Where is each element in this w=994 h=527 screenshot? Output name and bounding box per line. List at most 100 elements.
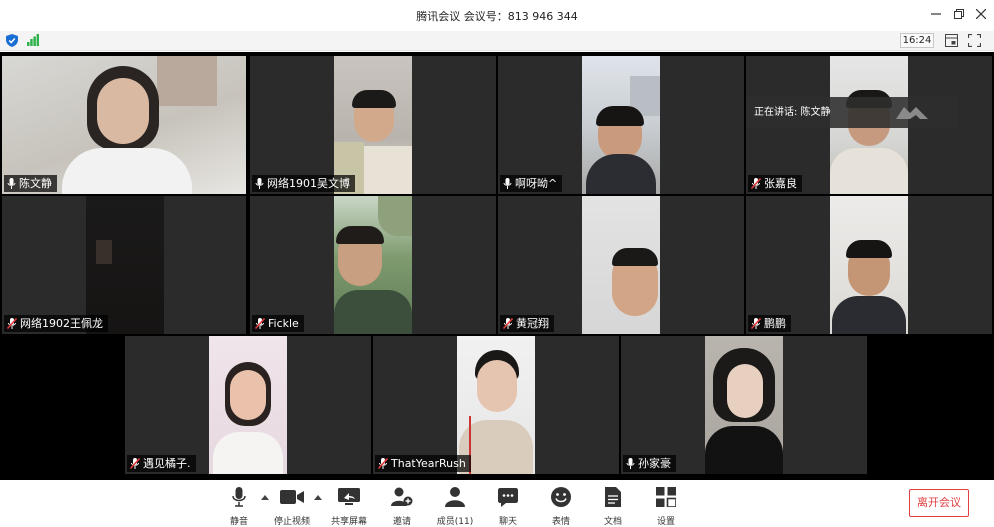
members-label: 成员(11) [436, 517, 474, 527]
chevron-up-icon[interactable] [314, 494, 322, 502]
video-tile[interactable]: 鹏鹏 [746, 196, 992, 334]
chat-button[interactable]: 聊天 [486, 486, 530, 527]
microphone-icon [232, 487, 246, 507]
participant-name: Fickle [268, 317, 299, 330]
microphone-muted-icon [751, 318, 761, 329]
signal-icon[interactable] [27, 34, 39, 46]
meeting-clock: 16:24 [900, 33, 934, 48]
participant-name: 黄冠翔 [516, 317, 549, 330]
video-camera-icon [280, 490, 304, 504]
reactions-label: 表情 [551, 517, 570, 527]
microphone-muted-icon [378, 458, 388, 469]
participant-name-label: 黄冠翔 [500, 315, 554, 332]
restore-icon [954, 9, 964, 19]
participant-name: 网络1901吴文博 [267, 177, 350, 190]
speaking-indicator: 正在讲话: 陈文静 [746, 97, 958, 128]
video-feed [705, 336, 783, 474]
video-tile[interactable]: 黄冠翔 [498, 196, 744, 334]
speaking-logo-icon [896, 107, 928, 119]
docs-label: 文档 [603, 517, 622, 527]
share-screen-button[interactable]: 共享屏幕 [327, 486, 371, 527]
participant-name: 遇见橘子. [143, 457, 191, 470]
participant-name-label: 张嘉良 [748, 175, 802, 192]
microphone-icon [255, 178, 264, 189]
microphone-muted-icon [255, 318, 265, 329]
mute-button[interactable]: 静音 [217, 486, 261, 527]
minimize-icon [931, 13, 941, 15]
participant-name-label: 啊呀呦^ [500, 175, 563, 192]
participant-name: ThatYearRush [391, 457, 466, 470]
restore-button[interactable] [948, 5, 970, 25]
participant-name-label: 网络1901吴文博 [252, 175, 355, 192]
video-tile[interactable]: 孙家豪 [621, 336, 867, 474]
participant-name: 孙家豪 [638, 457, 671, 470]
members-icon [445, 487, 465, 507]
chat-icon [498, 487, 518, 507]
video-feed [334, 196, 412, 334]
video-tile[interactable]: Fickle [250, 196, 496, 334]
video-tile[interactable]: 网络1901吴文博 [250, 56, 496, 194]
microphone-muted-icon [130, 458, 140, 469]
participant-name: 陈文静 [19, 177, 52, 190]
shield-icon[interactable] [6, 34, 18, 47]
participant-name: 啊呀呦^ [515, 177, 558, 190]
leave-meeting-button[interactable]: 离开会议 [909, 489, 969, 517]
add-user-icon [391, 487, 413, 506]
chevron-up-icon[interactable] [261, 494, 269, 502]
microphone-icon [503, 178, 512, 189]
stop-video-button[interactable]: 停止视频 [270, 486, 314, 527]
invite-button[interactable]: 邀请 [380, 486, 424, 527]
participant-name: 鹏鹏 [764, 317, 786, 330]
video-tile[interactable]: 网络1902王佩龙 [2, 196, 246, 334]
video-tile[interactable]: 陈文静 [2, 56, 246, 194]
participant-name-label: 孙家豪 [623, 455, 676, 472]
microphone-muted-icon [503, 318, 513, 329]
participant-name-label: 陈文静 [4, 175, 57, 192]
status-toolbar: 16:24 [0, 31, 994, 51]
close-button[interactable] [970, 5, 992, 25]
share-screen-label: 共享屏幕 [330, 517, 367, 527]
microphone-muted-icon [7, 318, 17, 329]
video-feed [830, 196, 908, 334]
video-feed [2, 56, 246, 194]
settings-label: 设置 [656, 517, 675, 527]
video-feed [209, 336, 287, 474]
participant-name: 张嘉良 [764, 177, 797, 190]
speaking-text: 正在讲话: 陈文静 [754, 107, 831, 118]
fullscreen-icon[interactable] [968, 34, 981, 47]
participant-name-label: ThatYearRush [375, 455, 471, 472]
participant-name-label: 网络1902王佩龙 [4, 315, 108, 332]
smiley-icon [551, 487, 571, 507]
window-title: 腾讯会议 会议号：813 946 344 [416, 10, 578, 23]
video-feed [86, 196, 164, 334]
microphone-icon [626, 458, 635, 469]
video-tile[interactable]: 遇见橘子. [125, 336, 371, 474]
grid-settings-icon [656, 487, 676, 507]
invite-label: 邀请 [392, 517, 411, 527]
share-screen-icon [338, 488, 360, 505]
participant-name: 网络1902王佩龙 [20, 317, 103, 330]
microphone-muted-icon [751, 178, 761, 189]
settings-button[interactable]: 设置 [644, 486, 688, 527]
video-feed [334, 56, 412, 194]
members-button[interactable]: 成员(11) [433, 486, 477, 527]
minimize-button[interactable] [925, 5, 947, 25]
stop-video-label: 停止视频 [273, 517, 310, 527]
video-tile[interactable]: 啊呀呦^ [498, 56, 744, 194]
document-icon [605, 487, 621, 507]
title-bar: 腾讯会议 会议号：813 946 344 [0, 0, 994, 31]
control-bar: 静音 停止视频 共享屏幕 邀请 成员(11) 聊天 表情 文档 设置 离开会议 [0, 480, 994, 527]
participant-name-label: Fickle [252, 315, 304, 332]
microphone-icon [7, 178, 16, 189]
video-feed [582, 56, 660, 194]
reactions-button[interactable]: 表情 [539, 486, 583, 527]
close-icon [975, 8, 987, 20]
participant-name-label: 遇见橘子. [127, 455, 196, 472]
mute-label: 静音 [229, 517, 248, 527]
docs-button[interactable]: 文档 [591, 486, 635, 527]
layout-icon[interactable] [945, 34, 958, 47]
video-feed [457, 336, 535, 474]
video-feed [582, 196, 660, 334]
chat-label: 聊天 [498, 517, 517, 527]
video-tile[interactable]: ThatYearRush [373, 336, 619, 474]
